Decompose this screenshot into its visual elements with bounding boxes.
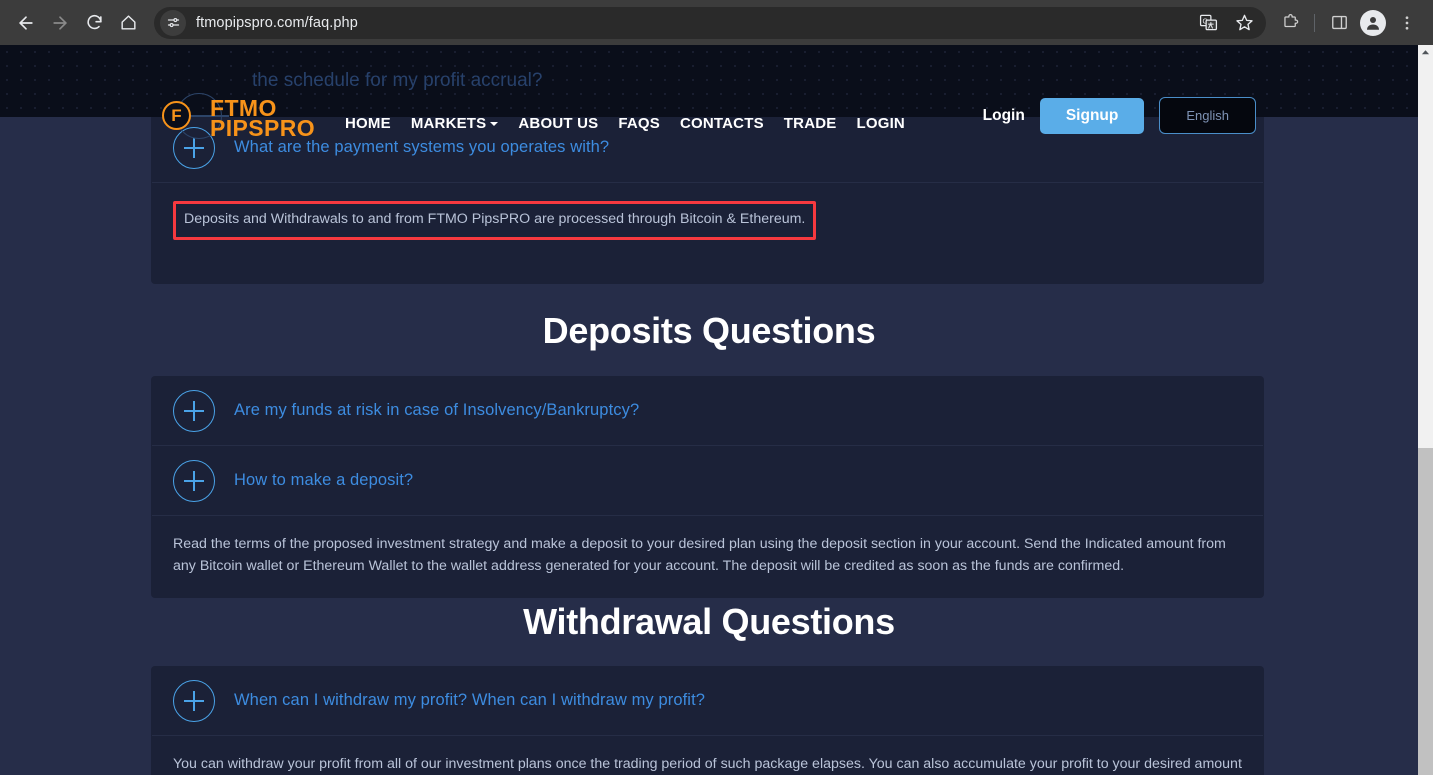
- nav-label: TRADE: [783, 115, 837, 132]
- address-bar[interactable]: ftmopipspro.com/faq.php G: [154, 6, 1266, 39]
- signup-button[interactable]: Signup: [1039, 97, 1145, 134]
- site-header: the schedule for my profit accrual? F FT…: [0, 45, 1418, 139]
- nav-label: HOME: [345, 115, 391, 132]
- page-viewport: the schedule for my profit accrual? F FT…: [0, 45, 1418, 775]
- avatar[interactable]: [1360, 9, 1386, 36]
- translate-button[interactable]: G: [1192, 7, 1224, 39]
- puzzle-icon: [1283, 14, 1298, 28]
- faq-answer-payment: Deposits and Withdrawals to and from FTM…: [151, 183, 1264, 260]
- home-button[interactable]: [112, 7, 144, 39]
- logo-badge-f: F: [162, 101, 191, 130]
- logo-mark: F: [162, 93, 229, 145]
- scrollbar-up-arrow[interactable]: [1418, 45, 1433, 60]
- faq-question-label: Are my funds at risk in case of Insolven…: [234, 401, 640, 419]
- nav-label: FAQS: [618, 115, 660, 132]
- nav-item-login[interactable]: LOGIN: [856, 115, 905, 132]
- faq-question-label: How to make a deposit?: [234, 471, 414, 489]
- account-avatar-icon: [1367, 16, 1379, 30]
- faq-answer-withdrawal: You can withdraw your profit from all of…: [173, 756, 1242, 772]
- section-title-deposits: Deposits Questions: [542, 310, 876, 351]
- plus-circle-icon[interactable]: [173, 679, 215, 722]
- back-arrow-icon: [19, 15, 33, 30]
- star-icon: [1235, 14, 1253, 31]
- plus-circle-icon[interactable]: [173, 389, 215, 432]
- home-icon: [120, 15, 136, 30]
- nav-item-faqs[interactable]: FAQS: [618, 115, 660, 132]
- faq-question-withdraw-profit[interactable]: When can I withdraw my profit? When can …: [151, 666, 1264, 735]
- nav-label: MARKETS: [410, 115, 487, 132]
- faq-card-withdrawal: When can I withdraw my profit? When can …: [151, 666, 1264, 775]
- url-text[interactable]: ftmopipspro.com/faq.php: [196, 15, 358, 31]
- logo-text: FTMO PIPSPRO: [210, 97, 316, 141]
- login-link[interactable]: Login: [983, 107, 1025, 125]
- forward-arrow-icon: [53, 15, 67, 30]
- highlighted-answer-text: Deposits and Withdrawals to and from FTM…: [173, 201, 817, 240]
- forward-button[interactable]: [44, 7, 76, 39]
- nav-item-markets[interactable]: MARKETS: [411, 115, 499, 132]
- browser-toolbar: ftmopipspro.com/faq.php G: [0, 0, 1433, 45]
- chrome-menu-button[interactable]: [1391, 7, 1423, 39]
- main-navigation: HOME MARKETS ABOUT US FAQS CONTACTS TRAD…: [345, 115, 905, 132]
- extensions-button[interactable]: [1274, 7, 1306, 39]
- chevron-up-icon: [1421, 50, 1430, 55]
- back-button[interactable]: [10, 7, 42, 39]
- language-selector[interactable]: English: [1159, 97, 1256, 134]
- reload-button[interactable]: [78, 7, 110, 39]
- nav-label: LOGIN: [856, 115, 905, 132]
- nav-label: CONTACTS: [679, 115, 764, 132]
- nav-item-home[interactable]: HOME: [345, 115, 391, 132]
- chevron-down-icon: [490, 121, 499, 126]
- section-title-withdrawal: Withdrawal Questions: [523, 601, 895, 642]
- bookmark-button[interactable]: [1228, 7, 1260, 39]
- nav-item-about-us[interactable]: ABOUT US: [518, 115, 598, 132]
- header-actions: Login Signup English: [983, 97, 1256, 134]
- faq-card-payment: What are the payment systems you operate…: [151, 113, 1264, 284]
- faq-question-label: When can I withdraw my profit? When can …: [234, 691, 706, 709]
- nav-label: ABOUT US: [518, 115, 599, 132]
- scrollbar-thumb[interactable]: [1418, 448, 1433, 775]
- nav-item-contacts[interactable]: CONTACTS: [680, 115, 764, 132]
- site-logo[interactable]: F FTMO PIPSPRO: [162, 93, 315, 145]
- scrolled-question-behind-header: the schedule for my profit accrual?: [252, 70, 543, 91]
- side-panel-icon: [1331, 15, 1347, 30]
- logo-line-2: PIPSPRO: [210, 115, 316, 141]
- page-scrollbar[interactable]: [1418, 45, 1433, 775]
- side-panel-button[interactable]: [1323, 7, 1355, 39]
- translate-icon: G: [1199, 14, 1217, 31]
- site-settings-button[interactable]: [160, 9, 186, 36]
- three-dot-menu-icon: [1405, 15, 1409, 30]
- faq-question-make-deposit[interactable]: How to make a deposit?: [151, 446, 1264, 515]
- faq-card-deposits: Are my funds at risk in case of Insolven…: [151, 376, 1264, 598]
- nav-item-trade[interactable]: TRADE: [784, 115, 837, 132]
- plus-circle-icon[interactable]: [173, 459, 215, 502]
- reload-icon: [86, 14, 102, 30]
- profile-button[interactable]: [1357, 7, 1389, 39]
- tune-icon: [167, 17, 179, 28]
- toolbar-divider: [1314, 13, 1315, 32]
- faq-question-insolvency[interactable]: Are my funds at risk in case of Insolven…: [151, 376, 1264, 445]
- faq-answer-deposit: Read the terms of the proposed investmen…: [173, 536, 1226, 574]
